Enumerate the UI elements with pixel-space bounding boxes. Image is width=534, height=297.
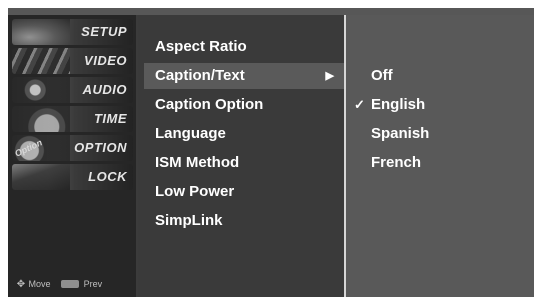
tab-video[interactable]: VIDEO	[12, 48, 133, 74]
category-sidebar: SETUP VIDEO AUDIO TIME Option OPTION LOC…	[8, 15, 136, 297]
tab-option[interactable]: Option OPTION	[12, 135, 133, 161]
menu-item-label: Caption/Text	[155, 67, 245, 84]
submenu-option-french[interactable]: French	[346, 150, 534, 176]
tab-lock[interactable]: LOCK	[12, 164, 133, 190]
submenu-arrow-icon: ▶	[325, 70, 334, 82]
tab-time[interactable]: TIME	[12, 106, 133, 132]
submenu-option-label: Off	[371, 67, 393, 84]
option-menu-panel: Aspect Ratio Caption/Text ▶ Caption Opti…	[138, 15, 344, 297]
submenu-option-spanish[interactable]: Spanish	[346, 121, 534, 147]
menu-item-label: ISM Method	[155, 154, 240, 171]
top-strip	[8, 8, 534, 15]
menu-item-language[interactable]: Language	[144, 121, 344, 147]
menu-item-label: SimpLink	[155, 212, 223, 229]
tab-setup[interactable]: SETUP	[12, 19, 133, 45]
time-thumbnail-icon	[12, 106, 70, 132]
checkmark-icon: ✓	[354, 97, 365, 112]
move-arrows-icon: ✥	[16, 279, 26, 290]
tab-label: OPTION	[74, 140, 127, 155]
submenu-option-english[interactable]: ✓ English	[346, 92, 534, 118]
submenu-option-off[interactable]: Off	[346, 63, 534, 89]
menu-item-ism-method[interactable]: ISM Method	[144, 150, 344, 176]
tab-label: AUDIO	[82, 82, 127, 97]
navigation-hint: ✥ Move Prev	[16, 277, 134, 291]
menu-item-label: Language	[155, 125, 226, 142]
submenu-option-label: French	[371, 154, 422, 171]
submenu-option-label: English	[371, 96, 426, 113]
caption-text-submenu: Off ✓ English Spanish French	[346, 15, 534, 297]
lock-thumbnail-icon	[12, 164, 70, 190]
tab-label: VIDEO	[84, 53, 127, 68]
menu-item-simplink[interactable]: SimpLink	[144, 208, 344, 234]
submenu-option-label: Spanish	[371, 125, 430, 142]
menu-key-icon	[61, 280, 80, 288]
move-hint-label: Move	[28, 279, 51, 289]
menu-item-aspect-ratio[interactable]: Aspect Ratio	[144, 34, 344, 60]
tv-menu-screen: SETUP VIDEO AUDIO TIME Option OPTION LOC…	[8, 8, 534, 297]
tab-label: LOCK	[88, 169, 127, 184]
tab-audio[interactable]: AUDIO	[12, 77, 133, 103]
video-thumbnail-icon	[12, 48, 70, 74]
menu-item-label: Low Power	[155, 183, 235, 200]
menu-item-low-power[interactable]: Low Power	[144, 179, 344, 205]
menu-item-label: Caption Option	[155, 96, 264, 113]
prev-hint-label: Prev	[83, 279, 103, 289]
menu-item-label: Aspect Ratio	[155, 38, 247, 55]
tab-label: SETUP	[81, 24, 127, 39]
tab-label: TIME	[93, 111, 127, 126]
menu-item-caption-option[interactable]: Caption Option	[144, 92, 344, 118]
menu-item-caption-text[interactable]: Caption/Text ▶	[144, 63, 344, 89]
setup-thumbnail-icon	[12, 19, 70, 45]
audio-thumbnail-icon	[12, 77, 70, 103]
